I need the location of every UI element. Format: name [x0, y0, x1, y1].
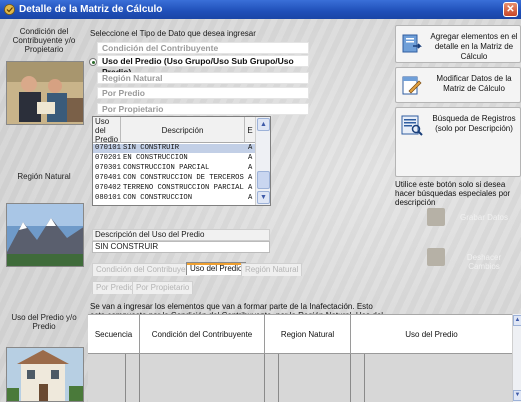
- cell-estado: A: [248, 164, 253, 172]
- uso-caption: Uso del Predio y/o Predio: [11, 313, 77, 331]
- people-photo-image: [7, 62, 83, 124]
- table-row[interactable]: 070301 CONSTRUCCION PARCIAL A: [93, 164, 256, 173]
- detail-grid-header: Secuencia Condición del Contribuyente Re…: [88, 315, 512, 354]
- header-region[interactable]: Region Natural: [265, 315, 351, 354]
- tab-condicion[interactable]: Condición del Contribuyente: [92, 263, 201, 276]
- header-descripcion[interactable]: Descripción: [121, 117, 245, 143]
- undo-changes-button[interactable]: Deshacer Cambios: [395, 242, 520, 274]
- cell-description: EN CONSTRUCCION: [123, 154, 188, 162]
- cell-description: CON CONSTRUCCION: [123, 194, 193, 202]
- option-uso-predio[interactable]: Uso del Predio (Uso Grupo/Uso Sub Grupo/…: [97, 55, 309, 77]
- cell-description: TERRENO CONSTRUCCION PARCIAL: [123, 184, 244, 192]
- cell-estado: A: [248, 194, 253, 202]
- scroll-thumb[interactable]: [257, 171, 270, 189]
- description-field[interactable]: SIN CONSTRUIR: [92, 241, 270, 253]
- modify-data-label: Modificar Datos de la Matriz de Cálculo: [436, 74, 512, 93]
- chevron-down-icon: ▼: [260, 194, 267, 201]
- edit-document-icon: [402, 76, 422, 95]
- grid-scrollbar[interactable]: ▲ ▼: [255, 117, 270, 205]
- cell-description: CONSTRUCCION PARCIAL: [123, 164, 210, 172]
- building-photo-image: [7, 348, 83, 401]
- window-title: Detalle de la Matriz de Cálculo: [19, 4, 163, 15]
- cell-estado: A: [248, 144, 253, 152]
- cell-description: CON CONSTRUCCION DE TERCEROS: [123, 174, 244, 182]
- chevron-down-icon: ▼: [514, 392, 521, 398]
- tab-uso-predio[interactable]: Uso del Predio: [186, 262, 247, 275]
- cell-estado: A: [248, 184, 253, 192]
- uso-predio-grid[interactable]: Uso del Predio Descripción E 070101 SIN …: [92, 116, 271, 206]
- add-elements-button[interactable]: Agregar elementos en el detalle en la Ma…: [395, 25, 521, 63]
- option-por-predio[interactable]: Por Predio: [97, 87, 309, 99]
- search-document-icon: [401, 115, 423, 136]
- people-photo: [6, 61, 84, 125]
- cell-description: SIN CONSTRUIR: [123, 144, 180, 152]
- cell-code: 070401: [95, 174, 121, 182]
- table-row[interactable]: 070401 CON CONSTRUCCION DE TERCEROS A: [93, 174, 256, 183]
- grid-column-divider: [351, 354, 365, 402]
- save-icon: [427, 208, 445, 226]
- description-label: Descripción del Uso del Predio: [92, 229, 270, 241]
- cell-code: 070301: [95, 164, 121, 172]
- grid-column-divider: [365, 354, 512, 402]
- grid-column-divider: [88, 354, 126, 402]
- grid-column-divider: [265, 354, 279, 402]
- add-document-icon: [402, 34, 422, 53]
- table-row[interactable]: 080101 CON CONSTRUCCION A: [93, 194, 256, 203]
- condicion-caption: Condición del Contribuyente y/o Propieta…: [12, 27, 76, 54]
- detail-grid-scrollbar[interactable]: ▲ ▼: [512, 314, 521, 402]
- grid-header: Uso del Predio Descripción E: [93, 117, 256, 144]
- window-titlebar: Detalle de la Matriz de Cálculo ✕: [0, 0, 521, 19]
- cell-estado: A: [248, 174, 253, 182]
- region-caption: Región Natural: [17, 172, 71, 181]
- add-elements-label: Agregar elementos en el detalle en la Ma…: [430, 32, 518, 61]
- search-records-label: Búsqueda de Registros (solo por Descripc…: [432, 114, 516, 133]
- chevron-up-icon: ▲: [514, 317, 521, 323]
- cell-code: 080101: [95, 194, 121, 202]
- building-photo: [6, 347, 84, 402]
- tab-por-predio[interactable]: Por Predio: [92, 281, 138, 294]
- save-data-button[interactable]: Grabar Datos: [395, 202, 520, 234]
- search-records-button[interactable]: Búsqueda de Registros (solo por Descripc…: [395, 107, 521, 177]
- scroll-down-button[interactable]: ▼: [513, 390, 521, 401]
- option-radio-selected[interactable]: [89, 58, 97, 66]
- grid-column-divider: [279, 354, 351, 402]
- table-row[interactable]: 070101 SIN CONSTRUIR A: [93, 144, 256, 153]
- header-uso-predio-detail[interactable]: Uso del Predio: [351, 315, 512, 354]
- header-condicion[interactable]: Condición del Contribuyente: [140, 315, 265, 354]
- undo-changes-label: Deshacer Cambios: [466, 253, 502, 271]
- grid-column-divider: [140, 354, 265, 402]
- detail-grid[interactable]: Secuencia Condición del Contribuyente Re…: [88, 314, 512, 402]
- app-icon: [4, 4, 15, 15]
- scroll-up-button[interactable]: ▲: [257, 118, 270, 131]
- selector-prompt: Seleccione el Tipo de Dato que desea ing…: [90, 29, 256, 38]
- scroll-down-button[interactable]: ▼: [257, 191, 270, 204]
- option-condicion[interactable]: Condición del Contribuyente: [97, 42, 309, 54]
- table-row[interactable]: 070201 EN CONSTRUCCION A: [93, 154, 256, 163]
- cell-estado: A: [248, 154, 253, 162]
- landscape-photo-image: [7, 204, 83, 266]
- cell-code: 070101: [95, 144, 121, 152]
- scroll-up-button[interactable]: ▲: [513, 315, 521, 326]
- option-region[interactable]: Región Natural: [97, 72, 309, 84]
- close-icon: ✕: [506, 4, 515, 15]
- option-por-propietario[interactable]: Por Propietario: [97, 103, 309, 115]
- header-secuencia[interactable]: Secuencia: [88, 315, 140, 354]
- header-uso-predio[interactable]: Uso del Predio: [93, 117, 121, 144]
- tab-por-propietario[interactable]: Por Propietario: [132, 281, 194, 294]
- tab-region[interactable]: Región Natural: [241, 263, 303, 276]
- grid-body: 070101 SIN CONSTRUIR A 070201 EN CONSTRU…: [93, 144, 256, 206]
- undo-icon: [427, 248, 445, 266]
- window-client: Condición del Contribuyente y/o Propieta…: [0, 19, 521, 402]
- table-row[interactable]: 070402 TERRENO CONSTRUCCION PARCIAL A: [93, 184, 256, 193]
- landscape-photo: [6, 203, 84, 267]
- cell-code: 070201: [95, 154, 121, 162]
- close-button[interactable]: ✕: [503, 2, 518, 17]
- grid-column-divider: [126, 354, 140, 402]
- modify-data-button[interactable]: Modificar Datos de la Matriz de Cálculo: [395, 67, 521, 103]
- save-data-label: Grabar Datos: [459, 213, 509, 222]
- chevron-up-icon: ▲: [260, 121, 267, 128]
- cell-code: 070402: [95, 184, 121, 192]
- left-panel: Condición del Contribuyente y/o Propieta…: [0, 19, 88, 402]
